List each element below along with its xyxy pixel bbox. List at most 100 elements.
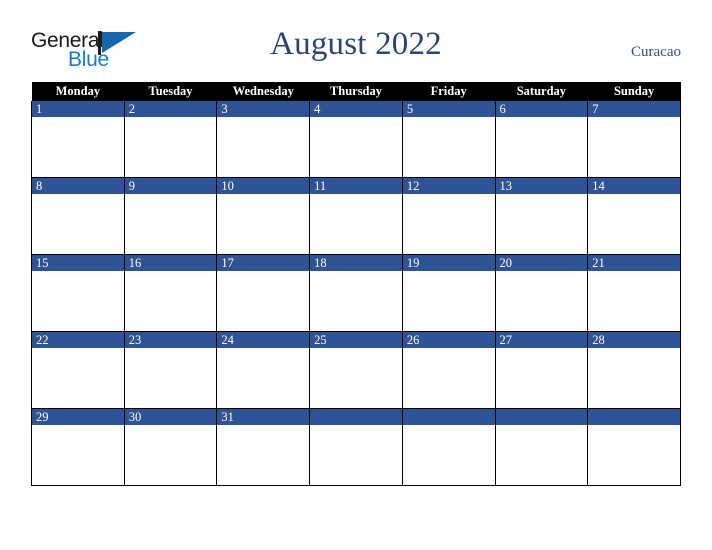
day-events-area[interactable] (402, 271, 495, 330)
calendar-day-cell[interactable]: 26 (401, 331, 496, 409)
day-number: 1 (32, 101, 124, 117)
day-number: 2 (124, 101, 217, 117)
day-events-area[interactable] (217, 117, 310, 176)
calendar-day-cell[interactable]: 5 (401, 101, 496, 178)
calendar-day-cell[interactable]: 3 (216, 101, 311, 178)
day-events-area[interactable] (217, 425, 310, 484)
calendar-day-cell[interactable]: 19 (401, 254, 496, 332)
weekday-header-friday: Friday (402, 82, 496, 101)
calendar-day-cell-empty (587, 408, 681, 486)
calendar-day-cell[interactable]: 10 (216, 177, 311, 255)
calendar-day-cell[interactable]: 8 (31, 177, 125, 255)
day-events-area[interactable] (124, 425, 217, 484)
calendar-day-cell[interactable]: 21 (587, 254, 681, 332)
day-events-area[interactable] (124, 271, 217, 330)
day-number (588, 409, 680, 425)
day-number: 30 (124, 409, 217, 425)
day-events-area[interactable] (32, 425, 124, 484)
day-events-area (588, 425, 680, 484)
day-events-area[interactable] (124, 117, 217, 176)
calendar-week-row: 8 9 10 11 12 13 14 (31, 177, 681, 255)
day-events-area[interactable] (495, 271, 588, 330)
day-events-area[interactable] (32, 271, 124, 330)
day-events-area[interactable] (495, 117, 588, 176)
calendar-day-cell[interactable]: 13 (494, 177, 589, 255)
day-number: 17 (217, 255, 310, 271)
day-number: 29 (32, 409, 124, 425)
day-events-area[interactable] (402, 194, 495, 253)
day-events-area[interactable] (495, 194, 588, 253)
calendar-day-cell[interactable]: 29 (31, 408, 125, 486)
day-number: 26 (402, 332, 495, 348)
day-number: 23 (124, 332, 217, 348)
calendar-day-cell[interactable]: 25 (309, 331, 403, 409)
day-number: 20 (495, 255, 588, 271)
calendar-day-cell[interactable]: 28 (587, 331, 681, 409)
day-events-area[interactable] (310, 117, 402, 176)
calendar-day-cell[interactable]: 6 (494, 101, 589, 178)
day-events-area[interactable] (124, 348, 217, 407)
day-number: 13 (495, 178, 588, 194)
calendar-day-cell[interactable]: 4 (309, 101, 403, 178)
calendar-day-cell[interactable]: 22 (31, 331, 125, 409)
day-number: 31 (217, 409, 310, 425)
day-events-area[interactable] (124, 194, 217, 253)
calendar-week-row: 15 16 17 18 19 20 21 (31, 254, 681, 332)
calendar-day-cell[interactable]: 23 (123, 331, 218, 409)
calendar-day-cell-empty (401, 408, 496, 486)
day-events-area (310, 425, 402, 484)
calendar-day-cell[interactable]: 30 (123, 408, 218, 486)
day-number: 24 (217, 332, 310, 348)
calendar-day-cell[interactable]: 11 (309, 177, 403, 255)
day-events-area[interactable] (402, 348, 495, 407)
weekday-header-wednesday: Wednesday (216, 82, 310, 101)
calendar-day-cell[interactable]: 9 (123, 177, 218, 255)
day-events-area (495, 425, 588, 484)
weekday-header-monday: Monday (31, 82, 125, 101)
day-number: 16 (124, 255, 217, 271)
day-events-area[interactable] (32, 348, 124, 407)
calendar-day-cell[interactable]: 27 (494, 331, 589, 409)
day-events-area[interactable] (217, 348, 310, 407)
day-events-area[interactable] (32, 117, 124, 176)
day-number (310, 409, 402, 425)
day-events-area[interactable] (402, 117, 495, 176)
weekday-header-row: Monday Tuesday Wednesday Thursday Friday… (31, 82, 681, 101)
day-number: 4 (310, 101, 402, 117)
calendar-day-cell[interactable]: 24 (216, 331, 311, 409)
calendar-day-cell[interactable]: 1 (31, 101, 125, 178)
day-events-area[interactable] (495, 348, 588, 407)
calendar-day-cell[interactable]: 31 (216, 408, 311, 486)
calendar-day-cell[interactable]: 14 (587, 177, 681, 255)
calendar-day-cell-empty (494, 408, 589, 486)
day-events-area (402, 425, 495, 484)
day-events-area[interactable] (217, 194, 310, 253)
calendar-day-cell[interactable]: 12 (401, 177, 496, 255)
weekday-header-thursday: Thursday (309, 82, 403, 101)
day-events-area[interactable] (310, 271, 402, 330)
day-number: 12 (402, 178, 495, 194)
day-events-area[interactable] (588, 117, 680, 176)
calendar-week-row: 22 23 24 25 26 27 28 (31, 331, 681, 409)
day-number: 6 (495, 101, 588, 117)
day-events-area[interactable] (217, 271, 310, 330)
day-events-area[interactable] (310, 348, 402, 407)
day-number: 3 (217, 101, 310, 117)
calendar-day-cell[interactable]: 18 (309, 254, 403, 332)
day-number: 14 (588, 178, 680, 194)
calendar-day-cell[interactable]: 16 (123, 254, 218, 332)
day-number: 15 (32, 255, 124, 271)
calendar-day-cell[interactable]: 15 (31, 254, 125, 332)
calendar-day-cell[interactable]: 20 (494, 254, 589, 332)
calendar-day-cell[interactable]: 17 (216, 254, 311, 332)
day-events-area[interactable] (310, 194, 402, 253)
day-events-area[interactable] (588, 348, 680, 407)
calendar-day-cell[interactable]: 7 (587, 101, 681, 178)
day-events-area[interactable] (588, 271, 680, 330)
calendar-day-cell[interactable]: 2 (123, 101, 218, 178)
day-number: 19 (402, 255, 495, 271)
day-events-area[interactable] (588, 194, 680, 253)
day-number: 21 (588, 255, 680, 271)
day-number: 27 (495, 332, 588, 348)
day-events-area[interactable] (32, 194, 124, 253)
